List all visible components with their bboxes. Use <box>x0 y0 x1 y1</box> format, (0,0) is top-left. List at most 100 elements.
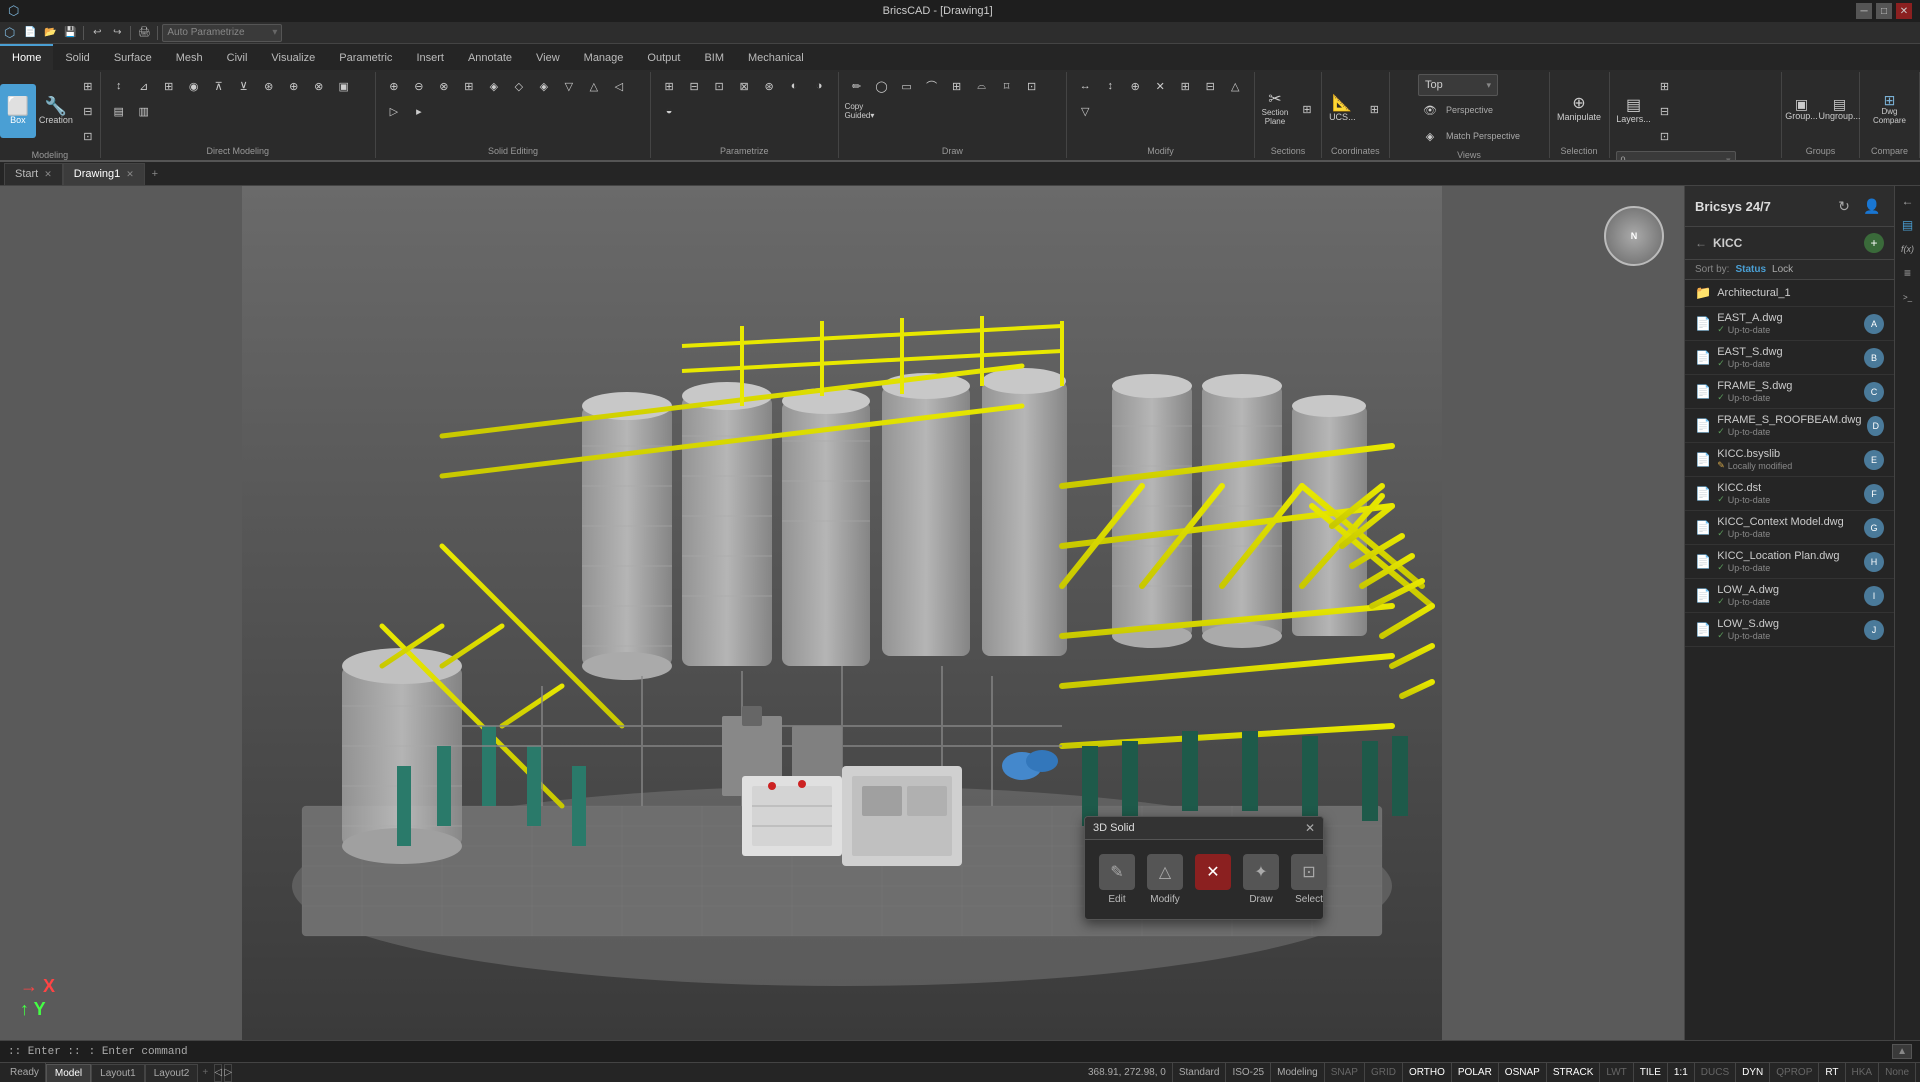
scale-display[interactable]: 1:1 <box>1668 1063 1695 1082</box>
tab-insert[interactable]: Insert <box>404 44 456 70</box>
mod-btn-3[interactable]: ⊕ <box>1123 74 1147 98</box>
modeling-btn-3[interactable]: ⊡ <box>76 124 100 148</box>
dm-btn-3[interactable]: ⊞ <box>157 74 181 98</box>
add-layout-btn[interactable]: + <box>198 1064 212 1082</box>
draw-btn-5[interactable]: ⊞ <box>945 74 969 98</box>
view-dropdown[interactable]: Top ▾ <box>1418 74 1498 96</box>
tab-parametric[interactable]: Parametric <box>327 44 404 70</box>
ucs-button[interactable]: 📐 UCS... <box>1324 82 1360 136</box>
close-button[interactable]: ✕ <box>1896 3 1912 19</box>
tab-home[interactable]: Home <box>0 44 53 70</box>
popup-delete[interactable]: ✕ <box>1189 848 1237 911</box>
rt-btn-cmd[interactable]: >_ <box>1897 286 1919 308</box>
view-btn-1[interactable]: 👁 <box>1418 98 1442 122</box>
layer-dropdown[interactable]: 0 ▾ <box>1616 151 1736 160</box>
layer-btn-3[interactable]: ⊡ <box>1653 124 1677 148</box>
tab-mesh[interactable]: Mesh <box>164 44 215 70</box>
param-btn-3[interactable]: ⊡ <box>707 74 731 98</box>
list-item[interactable]: 📄 LOW_A.dwg ✓ Up-to-date I <box>1685 579 1894 613</box>
se-btn-3[interactable]: ⊗ <box>432 74 456 98</box>
tab-visualize[interactable]: Visualize <box>259 44 327 70</box>
mod-btn-1[interactable]: ↔ <box>1073 74 1097 98</box>
layer-btn-2[interactable]: ⊟ <box>1653 99 1677 123</box>
dm-btn-2[interactable]: ⊿ <box>132 74 156 98</box>
dm-btn-11[interactable]: ▤ <box>107 99 131 123</box>
param-btn-4[interactable]: ⊠ <box>732 74 756 98</box>
rt-btn-layers[interactable]: ▤ <box>1897 214 1919 236</box>
mod-btn-5[interactable]: ⊞ <box>1173 74 1197 98</box>
param-btn-7[interactable]: ◑ <box>807 74 831 98</box>
manipulate-button[interactable]: ⊕ Manipulate <box>1561 82 1597 136</box>
dm-btn-1[interactable]: ↕ <box>107 74 131 98</box>
layout2-tab[interactable]: Layout2 <box>145 1064 199 1082</box>
se-btn-9[interactable]: △ <box>582 74 606 98</box>
creation-button[interactable]: 🔧 Creation <box>38 84 74 138</box>
add-tab-button[interactable]: + <box>145 163 165 185</box>
dm-btn-12[interactable]: ▥ <box>132 99 156 123</box>
se-btn-12[interactable]: ▸ <box>407 99 431 123</box>
nav-prev[interactable]: ◁ <box>214 1064 222 1082</box>
group-button[interactable]: ▣ Group... <box>1784 82 1820 136</box>
param-btn-2[interactable]: ⊟ <box>682 74 706 98</box>
list-item[interactable]: 📄 EAST_A.dwg ✓ Up-to-date A <box>1685 307 1894 341</box>
dm-btn-9[interactable]: ⊗ <box>307 74 331 98</box>
rt-toggle[interactable]: RT <box>1819 1063 1845 1082</box>
redo-button[interactable]: ↪ <box>108 24 126 42</box>
popup-select[interactable]: ⊡ Select <box>1285 848 1333 911</box>
param-btn-5[interactable]: ⊛ <box>757 74 781 98</box>
draw-btn-7[interactable]: ⌑ <box>995 74 1019 98</box>
scene-canvas[interactable] <box>0 186 1684 1040</box>
tile-toggle[interactable]: TILE <box>1634 1063 1668 1082</box>
print-button[interactable]: 🖨 <box>135 24 153 42</box>
list-item[interactable]: 📄 FRAME_S_ROOFBEAM.dwg ✓ Up-to-date D <box>1685 409 1894 443</box>
list-item[interactable]: 📄 KICC_Context Model.dwg ✓ Up-to-date G <box>1685 511 1894 545</box>
draw-btn-8[interactable]: ⊡ <box>1020 74 1044 98</box>
tab-start[interactable]: Start ✕ <box>4 163 63 185</box>
tab-output[interactable]: Output <box>635 44 692 70</box>
dwg-compare-button[interactable]: ⊞ DwgCompare <box>1871 82 1907 136</box>
se-btn-5[interactable]: ◈ <box>482 74 506 98</box>
rt-btn-fx[interactable]: f(x) <box>1897 238 1919 260</box>
list-item[interactable]: 📄 KICC.bsyslib ✎ Locally modified E <box>1685 443 1894 477</box>
sort-status[interactable]: Status <box>1735 264 1766 275</box>
param-btn-6[interactable]: ◐ <box>782 74 806 98</box>
sort-lock[interactable]: Lock <box>1772 264 1793 275</box>
qprop-toggle[interactable]: QPROP <box>1770 1063 1819 1082</box>
se-btn-11[interactable]: ▷ <box>382 99 406 123</box>
section-plane-button[interactable]: ✂ SectionPlane <box>1257 82 1293 136</box>
list-item[interactable]: 📄 KICC_Location Plan.dwg ✓ Up-to-date H <box>1685 545 1894 579</box>
mod-btn-8[interactable]: ▽ <box>1073 99 1097 123</box>
tab-civil[interactable]: Civil <box>215 44 260 70</box>
tab-manage[interactable]: Manage <box>572 44 636 70</box>
se-btn-4[interactable]: ⊞ <box>457 74 481 98</box>
modeling-btn-2[interactable]: ⊟ <box>76 99 100 123</box>
mod-btn-6[interactable]: ⊟ <box>1198 74 1222 98</box>
snap-toggle[interactable]: SNAP <box>1325 1063 1365 1082</box>
coord-extra-btn[interactable]: ⊞ <box>1362 97 1386 121</box>
rt-btn-properties[interactable]: ≡ <box>1897 262 1919 284</box>
dm-btn-7[interactable]: ⊛ <box>257 74 281 98</box>
list-item[interactable]: 📁 Architectural_1 <box>1685 280 1894 307</box>
sections-extra-btn[interactable]: ⊞ <box>1295 97 1319 121</box>
layer-btn-1[interactable]: ⊞ <box>1653 74 1677 98</box>
file-list[interactable]: 📁 Architectural_1 📄 EAST_A.dwg ✓ Up-to-d… <box>1685 280 1894 1040</box>
hka-toggle[interactable]: HKA <box>1846 1063 1880 1082</box>
lwt-toggle[interactable]: LWT <box>1600 1063 1633 1082</box>
dm-btn-4[interactable]: ◉ <box>182 74 206 98</box>
ducs-toggle[interactable]: DUCS <box>1695 1063 1736 1082</box>
ortho-toggle[interactable]: ORTHO <box>1403 1063 1452 1082</box>
tab-solid[interactable]: Solid <box>53 44 101 70</box>
dyn-toggle[interactable]: DYN <box>1736 1063 1770 1082</box>
draw-btn-1[interactable]: ✏ <box>845 74 869 98</box>
popup-draw[interactable]: ✦ Draw <box>1237 848 1285 911</box>
se-btn-8[interactable]: ▽ <box>557 74 581 98</box>
panel-user-btn[interactable]: 👤 <box>1860 194 1884 218</box>
draw-btn-4[interactable]: ⌒ <box>920 74 944 98</box>
grid-toggle[interactable]: GRID <box>1365 1063 1403 1082</box>
window-controls[interactable]: ─ □ ✕ <box>1856 3 1912 19</box>
new-button[interactable]: 📄 <box>21 24 39 42</box>
list-item[interactable]: 📄 LOW_S.dwg ✓ Up-to-date J <box>1685 613 1894 647</box>
param-btn-1[interactable]: ⊞ <box>657 74 681 98</box>
tab-view[interactable]: View <box>524 44 572 70</box>
polar-toggle[interactable]: POLAR <box>1452 1063 1499 1082</box>
